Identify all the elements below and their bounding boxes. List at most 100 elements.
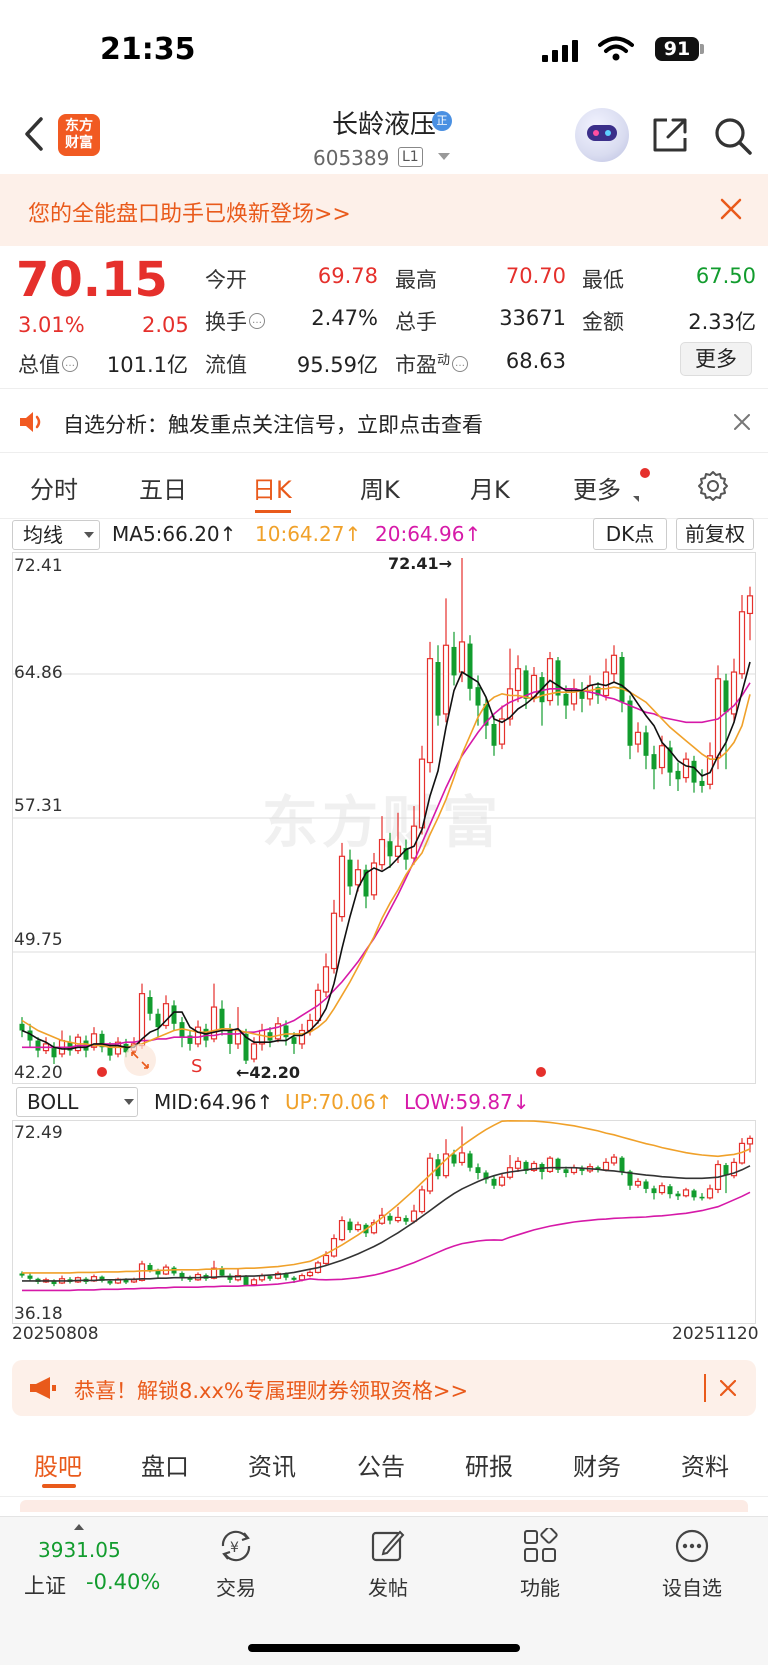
tab-financials[interactable]: 财务: [573, 1447, 621, 1482]
candle-body[interactable]: [691, 1190, 697, 1198]
nav-functions[interactable]: 功能: [500, 1572, 580, 1601]
index-change[interactable]: -0.40%: [86, 1570, 160, 1594]
sell-signal-label[interactable]: S: [191, 1056, 202, 1077]
candle-body[interactable]: [387, 1215, 393, 1221]
candle-body[interactable]: [234, 1029, 242, 1045]
share-icon[interactable]: [651, 116, 689, 154]
signal-dot[interactable]: [97, 1067, 107, 1077]
candle-body[interactable]: [746, 595, 754, 615]
candle-body[interactable]: [155, 1013, 161, 1028]
more-icon[interactable]: [674, 1528, 710, 1564]
turnover-label[interactable]: 换手…: [205, 306, 265, 336]
candle-body[interactable]: [699, 780, 705, 786]
mktcap-label[interactable]: 总值…: [18, 349, 78, 379]
candle-body[interactable]: [418, 758, 426, 829]
candle-body[interactable]: [619, 656, 625, 703]
info-icon[interactable]: …: [249, 313, 265, 329]
candle-body[interactable]: [699, 1196, 705, 1199]
candle-body[interactable]: [491, 1178, 497, 1186]
candle-body[interactable]: [147, 997, 153, 1014]
candle-body[interactable]: [475, 1167, 481, 1174]
candle-body[interactable]: [354, 869, 362, 886]
candle-body[interactable]: [283, 1025, 289, 1038]
expand-icon[interactable]: [124, 1044, 156, 1076]
candle-body[interactable]: [491, 723, 497, 746]
nav-add-watchlist[interactable]: 设自选: [652, 1572, 732, 1601]
candle-body[interactable]: [418, 1189, 426, 1213]
trade-icon[interactable]: ¥: [217, 1528, 255, 1564]
candlestick-chart[interactable]: 72.41 64.86 57.31 49.75 42.20 72.41→ ←42…: [12, 552, 756, 1084]
dk-point-button[interactable]: DK点: [593, 518, 667, 550]
close-icon[interactable]: [720, 1380, 736, 1396]
tab-monthly-k[interactable]: 月K: [470, 470, 510, 505]
search-icon[interactable]: [713, 116, 753, 156]
candle-body[interactable]: [555, 660, 561, 696]
tab-more[interactable]: 更多: [573, 470, 621, 505]
candle-body[interactable]: [643, 732, 649, 756]
candle-body[interactable]: [210, 1006, 218, 1040]
chevron-down-icon[interactable]: [633, 496, 639, 502]
candle-body[interactable]: [514, 668, 522, 692]
candle-body[interactable]: [602, 671, 610, 697]
candle-body[interactable]: [347, 1221, 353, 1231]
candle-body[interactable]: [410, 1210, 418, 1222]
nav-post[interactable]: 发帖: [348, 1572, 428, 1601]
candle-body[interactable]: [442, 644, 450, 715]
candle-body[interactable]: [347, 859, 353, 887]
candle-body[interactable]: [738, 611, 746, 675]
candle-body[interactable]: [426, 658, 434, 764]
candle-body[interactable]: [610, 1156, 618, 1164]
tab-five-day[interactable]: 五日: [139, 470, 187, 505]
candle-body[interactable]: [530, 674, 538, 698]
candle-body[interactable]: [147, 1265, 153, 1271]
candle-body[interactable]: [458, 1152, 466, 1164]
candle-body[interactable]: [467, 1153, 473, 1168]
candle-body[interactable]: [394, 1216, 402, 1222]
candle-body[interactable]: [610, 654, 618, 675]
candle-body[interactable]: [634, 1180, 642, 1186]
candle-body[interactable]: [451, 1154, 457, 1164]
candle-body[interactable]: [546, 1157, 554, 1173]
candle-body[interactable]: [267, 1276, 273, 1279]
candle-body[interactable]: [306, 1271, 314, 1277]
tab-orderbook[interactable]: 盘口: [141, 1447, 189, 1482]
candle-body[interactable]: [691, 760, 697, 783]
candle-body[interactable]: [643, 1181, 649, 1189]
level-badge[interactable]: L1: [398, 147, 423, 167]
candle-body[interactable]: [27, 1275, 33, 1279]
candle-body[interactable]: [283, 1274, 289, 1278]
gear-icon[interactable]: [697, 470, 729, 502]
tab-forum[interactable]: 股吧: [34, 1447, 82, 1482]
boll-chart[interactable]: 72.49 36.18: [12, 1120, 756, 1324]
candle-body[interactable]: [227, 1030, 233, 1044]
candle-body[interactable]: [563, 693, 569, 706]
candle-body[interactable]: [322, 966, 330, 993]
candle-body[interactable]: [602, 1161, 610, 1171]
candle-body[interactable]: [107, 1047, 113, 1056]
candle-body[interactable]: [675, 1193, 681, 1197]
candle-body[interactable]: [514, 1160, 522, 1169]
candle-body[interactable]: [250, 1279, 258, 1286]
tab-profile[interactable]: 资料: [681, 1447, 729, 1482]
candle-body[interactable]: [658, 1185, 666, 1194]
signal-dot[interactable]: [536, 1067, 546, 1077]
tab-announcements[interactable]: 公告: [357, 1447, 405, 1482]
candle-body[interactable]: [330, 1237, 338, 1257]
candle-body[interactable]: [723, 680, 729, 713]
candle-body[interactable]: [667, 1186, 673, 1195]
candle-body[interactable]: [619, 1157, 625, 1172]
candle-body[interactable]: [467, 643, 473, 689]
candle-body[interactable]: [243, 1276, 249, 1286]
close-icon[interactable]: [734, 414, 750, 430]
candle-body[interactable]: [51, 1047, 57, 1058]
tab-intraday[interactable]: 分时: [30, 470, 78, 505]
candle-body[interactable]: [194, 1026, 202, 1045]
candle-body[interactable]: [250, 1043, 258, 1060]
candle-body[interactable]: [563, 1169, 569, 1174]
candle-body[interactable]: [298, 1274, 306, 1281]
candle-body[interactable]: [394, 845, 402, 857]
candle-body[interactable]: [35, 1040, 41, 1051]
candle-body[interactable]: [658, 745, 666, 769]
grid-icon[interactable]: [522, 1528, 558, 1564]
candle-body[interactable]: [19, 1273, 25, 1276]
